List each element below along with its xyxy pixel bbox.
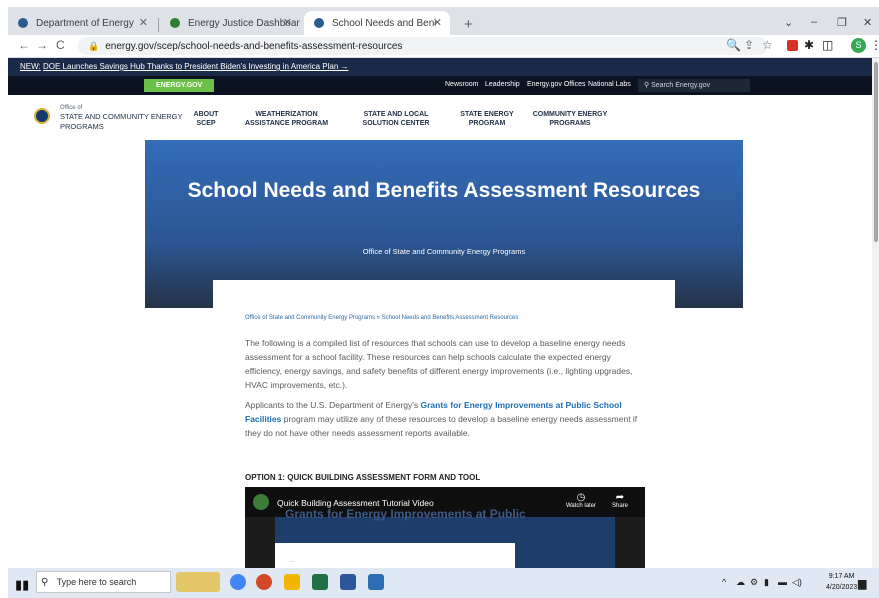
bookmark-star-icon[interactable]: ☆ <box>762 38 773 52</box>
reload-button[interactable]: C <box>56 38 65 52</box>
zoom-icon[interactable]: 🔍 <box>726 38 741 52</box>
excel-icon[interactable] <box>312 574 328 590</box>
doe-favicon-icon <box>314 18 324 28</box>
doe-seal-logo[interactable] <box>34 108 50 124</box>
embedded-video-player[interactable]: Quick Building Assessment Tutorial Video… <box>245 487 645 568</box>
close-tab-icon[interactable]: ✕ <box>139 16 148 29</box>
volume-icon[interactable]: ◁) <box>792 577 802 588</box>
watch-later-button[interactable]: ◷ Watch later <box>563 492 599 509</box>
thumbnail-title: Grants for Energy Improvements at Public <box>285 507 526 521</box>
lock-icon: 🔒 <box>88 40 100 51</box>
scrollbar-thumb[interactable] <box>874 62 878 242</box>
url-text: energy.gov/scep/school-needs-and-benefit… <box>105 40 403 52</box>
close-window-button[interactable]: ✕ <box>863 16 872 29</box>
settings-gear-icon[interactable]: ⚙ <box>750 577 758 588</box>
clock-icon: ◷ <box>576 492 586 503</box>
nav-weatherization[interactable]: WEATHERIZATION ASSISTANCE PROGRAM <box>234 110 339 128</box>
network-icon[interactable]: ▬ <box>778 577 787 587</box>
utility-link-newsroom[interactable]: Newsroom <box>445 81 478 88</box>
tab-separator <box>158 18 159 32</box>
thumbnail-text: — <box>289 559 295 565</box>
breadcrumb[interactable]: Office of State and Community Energy Pro… <box>245 315 518 321</box>
announcement-prefix: NEW: <box>20 62 41 71</box>
minimize-button[interactable]: – <box>811 16 817 28</box>
office-prefix: Office of <box>60 105 83 111</box>
page-title: School Needs and Benefits Assessment Res… <box>187 179 701 202</box>
office-name-link[interactable]: STATE AND COMMUNITY ENERGY PROGRAMS <box>60 112 185 132</box>
doe-favicon-icon <box>18 18 28 28</box>
content-card: Office of State and Community Energy Pro… <box>213 280 675 568</box>
site-search-input[interactable]: ⚲ Search Energy.gov <box>638 79 750 92</box>
notification-icon[interactable]: ▆ <box>858 577 866 590</box>
utility-link-national-labs[interactable]: National Labs <box>588 81 631 88</box>
new-tab-button[interactable]: + <box>464 16 473 33</box>
powerpoint-icon[interactable] <box>256 574 272 590</box>
windows-taskbar: ▮▮ ⚲ Type here to search ^ ☁ ⚙ ▮ ▬ ◁) 9:… <box>8 568 879 598</box>
nav-state-local-solution-center[interactable]: STATE AND LOCAL SOLUTION CENTER <box>348 110 444 128</box>
utility-link-offices[interactable]: Energy.gov Offices <box>527 81 586 88</box>
search-icon: ⚲ <box>41 577 49 588</box>
share-video-button[interactable]: ➦ Share <box>602 492 638 509</box>
cloud-icon[interactable]: ☁ <box>736 577 745 588</box>
windows-start-icon[interactable]: ▮▮ <box>15 577 29 593</box>
intro-paragraph: The following is a compiled list of reso… <box>245 338 633 390</box>
browser-tab-bar: Department of Energy ✕ Energy Justice Da… <box>8 7 879 35</box>
outlook-icon[interactable] <box>340 574 356 590</box>
system-clock[interactable]: 9:17 AM 4/20/2023 <box>826 571 857 593</box>
address-bar[interactable]: 🔒 energy.gov/scep/school-needs-and-benef… <box>78 37 768 55</box>
chrome-icon[interactable] <box>230 574 246 590</box>
announcement-banner[interactable]: NEW: DOE Launches Savings Hub Thanks to … <box>8 58 872 76</box>
page-subtitle: Office of State and Community Energy Pro… <box>362 247 526 256</box>
close-tab-icon[interactable]: ✕ <box>433 16 442 29</box>
applicants-paragraph: Applicants to the U.S. Department of Ene… <box>245 400 638 438</box>
side-panel-icon[interactable]: ◫ <box>822 38 833 52</box>
option-1-heading: OPTION 1: QUICK BUILDING ASSESSMENT FORM… <box>245 473 481 482</box>
energy-gov-badge[interactable]: ENERGY.GOV <box>144 79 215 92</box>
utility-link-leadership[interactable]: Leadership <box>485 81 520 88</box>
announcement-link[interactable]: DOE Launches Savings Hub Thanks to Presi… <box>43 62 349 71</box>
forward-button[interactable]: → <box>36 38 48 52</box>
file-explorer-icon[interactable] <box>284 574 300 590</box>
photos-icon[interactable] <box>368 574 384 590</box>
utility-bar: ENERGY.GOV Newsroom Leadership Energy.go… <box>8 76 872 95</box>
window-frame <box>0 0 879 7</box>
tab-department-of-energy[interactable]: Department of Energy ✕ <box>8 11 156 35</box>
battery-icon[interactable]: ▮ <box>764 577 769 588</box>
show-hidden-icons-icon[interactable]: ^ <box>722 577 726 587</box>
tab-energy-justice-dashboard[interactable]: Energy Justice Dashboard ✕ <box>160 11 300 35</box>
maximize-button[interactable]: ❐ <box>837 16 847 29</box>
profile-avatar[interactable]: S <box>851 38 866 53</box>
share-arrow-icon: ➦ <box>615 492 625 503</box>
nav-about-scep[interactable]: ABOUT SCEP <box>191 110 221 128</box>
dashboard-favicon-icon <box>170 18 180 28</box>
nav-community-energy-programs[interactable]: COMMUNITY ENERGY PROGRAMS <box>530 110 610 128</box>
close-tab-icon[interactable]: ✕ <box>283 16 292 29</box>
browser-menu-icon[interactable]: ⋮ <box>870 38 879 52</box>
pdf-extension-icon[interactable] <box>787 40 798 51</box>
extensions-puzzle-icon[interactable]: ✱ <box>804 38 814 52</box>
thumbnail-panel <box>275 543 515 568</box>
browser-toolbar: ← → C 🔒 energy.gov/scep/school-needs-and… <box>8 35 879 58</box>
nav-state-energy-program[interactable]: STATE ENERGY PROGRAM <box>458 110 516 128</box>
tab-search-icon[interactable]: ⌄ <box>784 16 793 29</box>
search-highlight-image[interactable] <box>176 572 220 592</box>
site-navigation: Office of STATE AND COMMUNITY ENERGY PRO… <box>8 95 872 141</box>
channel-logo[interactable] <box>253 494 269 510</box>
page-content: School Needs and Benefits Assessment Res… <box>8 140 872 568</box>
taskbar-search-input[interactable]: ⚲ Type here to search <box>36 571 171 593</box>
share-icon[interactable]: ⇪ <box>744 38 754 52</box>
tab-school-needs[interactable]: School Needs and Benefits Asses... ✕ <box>304 11 450 35</box>
back-button[interactable]: ← <box>18 38 30 52</box>
